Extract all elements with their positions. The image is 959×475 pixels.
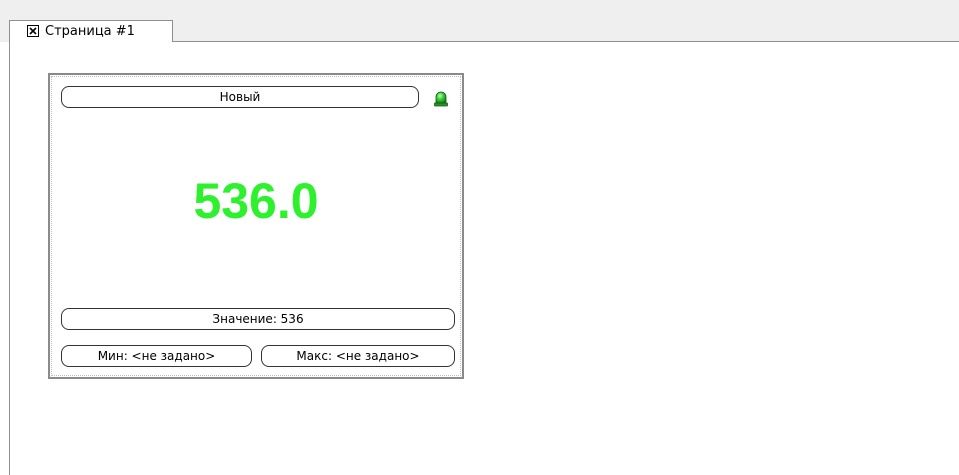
indicator-widget[interactable]: Новый 536.0 Значение: 536 Мин: <не задан… (48, 73, 464, 379)
tab-label: Страница #1 (45, 24, 135, 39)
current-value-display: 536.0 (193, 173, 319, 229)
max-label: Макс: <не задано> (261, 345, 455, 367)
value-label: Значение: 536 (61, 308, 455, 330)
green-led-icon (434, 91, 448, 107)
tab-join (10, 41, 172, 42)
widget-title: Новый (61, 86, 419, 108)
close-icon[interactable] (27, 25, 39, 37)
min-label: Мин: <не задано> (61, 345, 252, 367)
tab-page-1[interactable]: Страница #1 (9, 20, 173, 42)
